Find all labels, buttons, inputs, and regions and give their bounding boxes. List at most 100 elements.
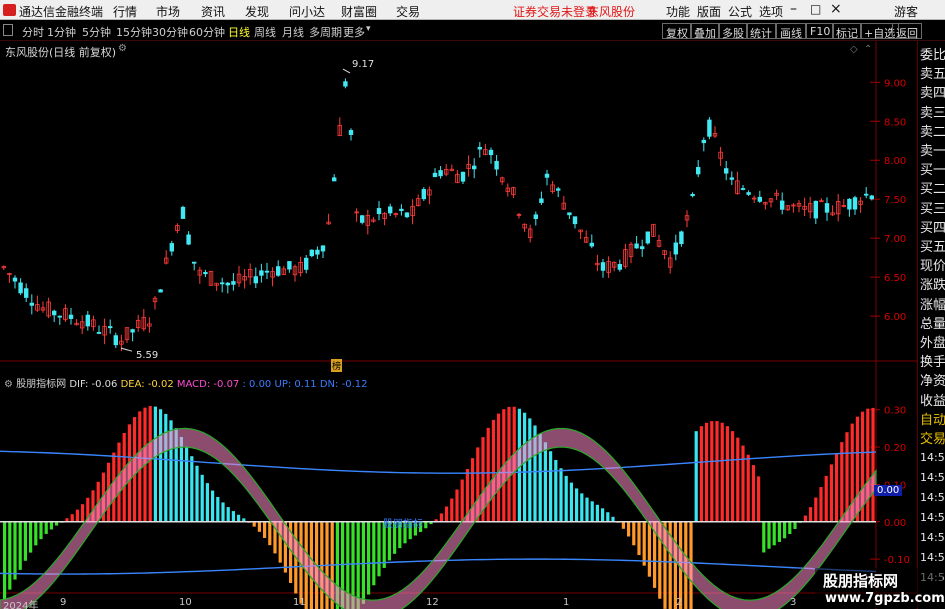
macd-bar <box>777 521 781 542</box>
candle-body <box>488 149 494 156</box>
macd-bar <box>148 406 152 522</box>
login-notice[interactable]: 证券交易未登录 <box>513 3 597 20</box>
macd-bar <box>159 409 163 522</box>
btn-back[interactable]: 返回 <box>892 23 922 40</box>
btn-stats[interactable]: 统计 <box>746 23 776 40</box>
side-item-6: 买一 <box>920 163 945 179</box>
side-item-4: 卖二 <box>920 124 945 140</box>
macd-bar <box>569 482 573 522</box>
macd-bar <box>356 521 360 609</box>
btn-fuquan[interactable]: 复权 <box>662 23 692 40</box>
menu-layout[interactable]: 版面 <box>697 3 721 20</box>
macd-bar <box>559 468 563 522</box>
chart-settings-icon[interactable]: ⚙ <box>118 43 127 54</box>
period-multi[interactable]: 多周期 <box>309 24 342 40</box>
site-watermark: 股朋指标网 www.7gpzb.com <box>815 568 945 608</box>
candle-body <box>729 177 734 180</box>
macd-bar <box>190 456 194 522</box>
period-30min[interactable]: 30分钟 <box>152 24 188 40</box>
event-marker-badge[interactable]: 榜 <box>331 359 343 372</box>
candle-body <box>852 197 858 210</box>
candle-body <box>494 160 499 170</box>
candle-body <box>348 130 354 135</box>
period-more[interactable]: 更多 <box>343 24 365 40</box>
macd-bar <box>673 521 677 609</box>
candle-body <box>303 257 309 270</box>
macd-bar <box>439 513 443 522</box>
macd-bar <box>29 521 33 553</box>
side-time-0: 14:56 <box>920 451 945 464</box>
menu-wealth[interactable]: 财富圈 <box>341 3 377 20</box>
btn-multistock[interactable]: 多股 <box>718 23 748 40</box>
side-item-19[interactable]: 自动 <box>920 409 945 428</box>
menu-hq[interactable]: 行情 <box>113 3 137 20</box>
indicator-settings-icon[interactable]: ⚙ <box>4 379 16 390</box>
macd-bar <box>710 421 714 522</box>
btn-mark[interactable]: 标记 <box>832 23 862 40</box>
macd-bar <box>486 427 490 522</box>
collapse-icon[interactable]: ⌃ <box>864 44 872 55</box>
period-60min[interactable]: 60分钟 <box>189 24 225 40</box>
candle-body <box>343 81 348 87</box>
period-weekly[interactable]: 周线 <box>254 24 276 40</box>
macd-bar <box>226 507 230 522</box>
macd-bar <box>23 521 27 561</box>
macd-bar <box>803 515 807 522</box>
period-monthly[interactable]: 月线 <box>282 24 304 40</box>
quote-side-panel: 委比 卖五 卖四 卖三 卖二 卖一 买一 买二 买三 买四 买五 现价 涨跌 涨幅 总量 外盘 换手 净资 收益 自动… <box>917 41 945 609</box>
period-5min[interactable]: 5分钟 <box>82 24 111 40</box>
candle-body <box>169 243 174 252</box>
menu-options[interactable]: 选项 <box>759 3 783 20</box>
candle-body <box>645 231 650 244</box>
candle-body <box>673 242 678 255</box>
candle-body <box>617 263 622 270</box>
menu-trade[interactable]: 交易 <box>396 3 420 20</box>
candle-body <box>320 245 326 252</box>
menu-function[interactable]: 功能 <box>666 3 690 20</box>
period-fenshi[interactable]: 分时 <box>22 24 44 40</box>
panel-toggle-icon[interactable] <box>3 24 13 36</box>
period-daily[interactable]: 日线 <box>228 24 250 40</box>
low-price-label: 5.59 <box>136 350 159 361</box>
menubar: 通达信金融终端 行情 市场 资讯 发现 问小达 财富圈 交易 证券交易未登录 东… <box>0 0 945 20</box>
more-dropdown-icon[interactable]: ▾ <box>366 24 371 34</box>
macd-bar <box>257 521 261 532</box>
btn-draw[interactable]: 画线 <box>776 23 806 40</box>
menu-market[interactable]: 市场 <box>156 3 180 20</box>
macd-bar <box>788 521 792 535</box>
close-icon[interactable]: × <box>830 1 842 17</box>
period-15min[interactable]: 15分钟 <box>116 24 152 40</box>
guest-label[interactable]: 游客 <box>894 3 918 20</box>
macd-bar <box>491 419 495 522</box>
watermark-name: 股朋指标网 <box>823 572 899 590</box>
date-label-oct: 10 <box>179 597 192 608</box>
menu-ask[interactable]: 问小达 <box>289 3 325 20</box>
candle-body <box>572 216 578 225</box>
macd-bar <box>195 465 199 522</box>
candle-body <box>309 249 314 257</box>
side-time-2: 14:56 <box>920 491 945 504</box>
btn-f10[interactable]: F10 <box>806 23 835 39</box>
candle-body <box>780 200 785 210</box>
btn-overlay[interactable]: 叠加 <box>690 23 720 40</box>
candle-body <box>460 171 466 182</box>
menu-discover[interactable]: 发现 <box>245 3 269 20</box>
diamond-icon[interactable]: ◇ <box>850 44 858 55</box>
period-1min[interactable]: 1分钟 <box>47 24 76 40</box>
macd-bar <box>34 521 38 546</box>
side-item-15: 外盘 <box>920 336 945 351</box>
maximize-icon[interactable]: □ <box>810 2 821 16</box>
macd-bar <box>731 431 735 522</box>
macd-bar <box>595 504 599 522</box>
side-time-5: 14:56 <box>920 551 945 564</box>
chart-canvas[interactable]: 9.008.508.007.507.006.506.000.300.200.10… <box>0 41 917 609</box>
macd-bar <box>377 521 381 577</box>
menu-news[interactable]: 资讯 <box>201 3 225 20</box>
dif-value: -0.06 <box>91 379 118 390</box>
minimize-icon[interactable]: – <box>790 1 797 17</box>
low-pointer <box>120 347 133 352</box>
candle-body <box>471 165 477 170</box>
side-item-20[interactable]: 交易 <box>920 428 945 447</box>
menu-formula[interactable]: 公式 <box>728 3 752 20</box>
macd-bar <box>814 497 818 522</box>
